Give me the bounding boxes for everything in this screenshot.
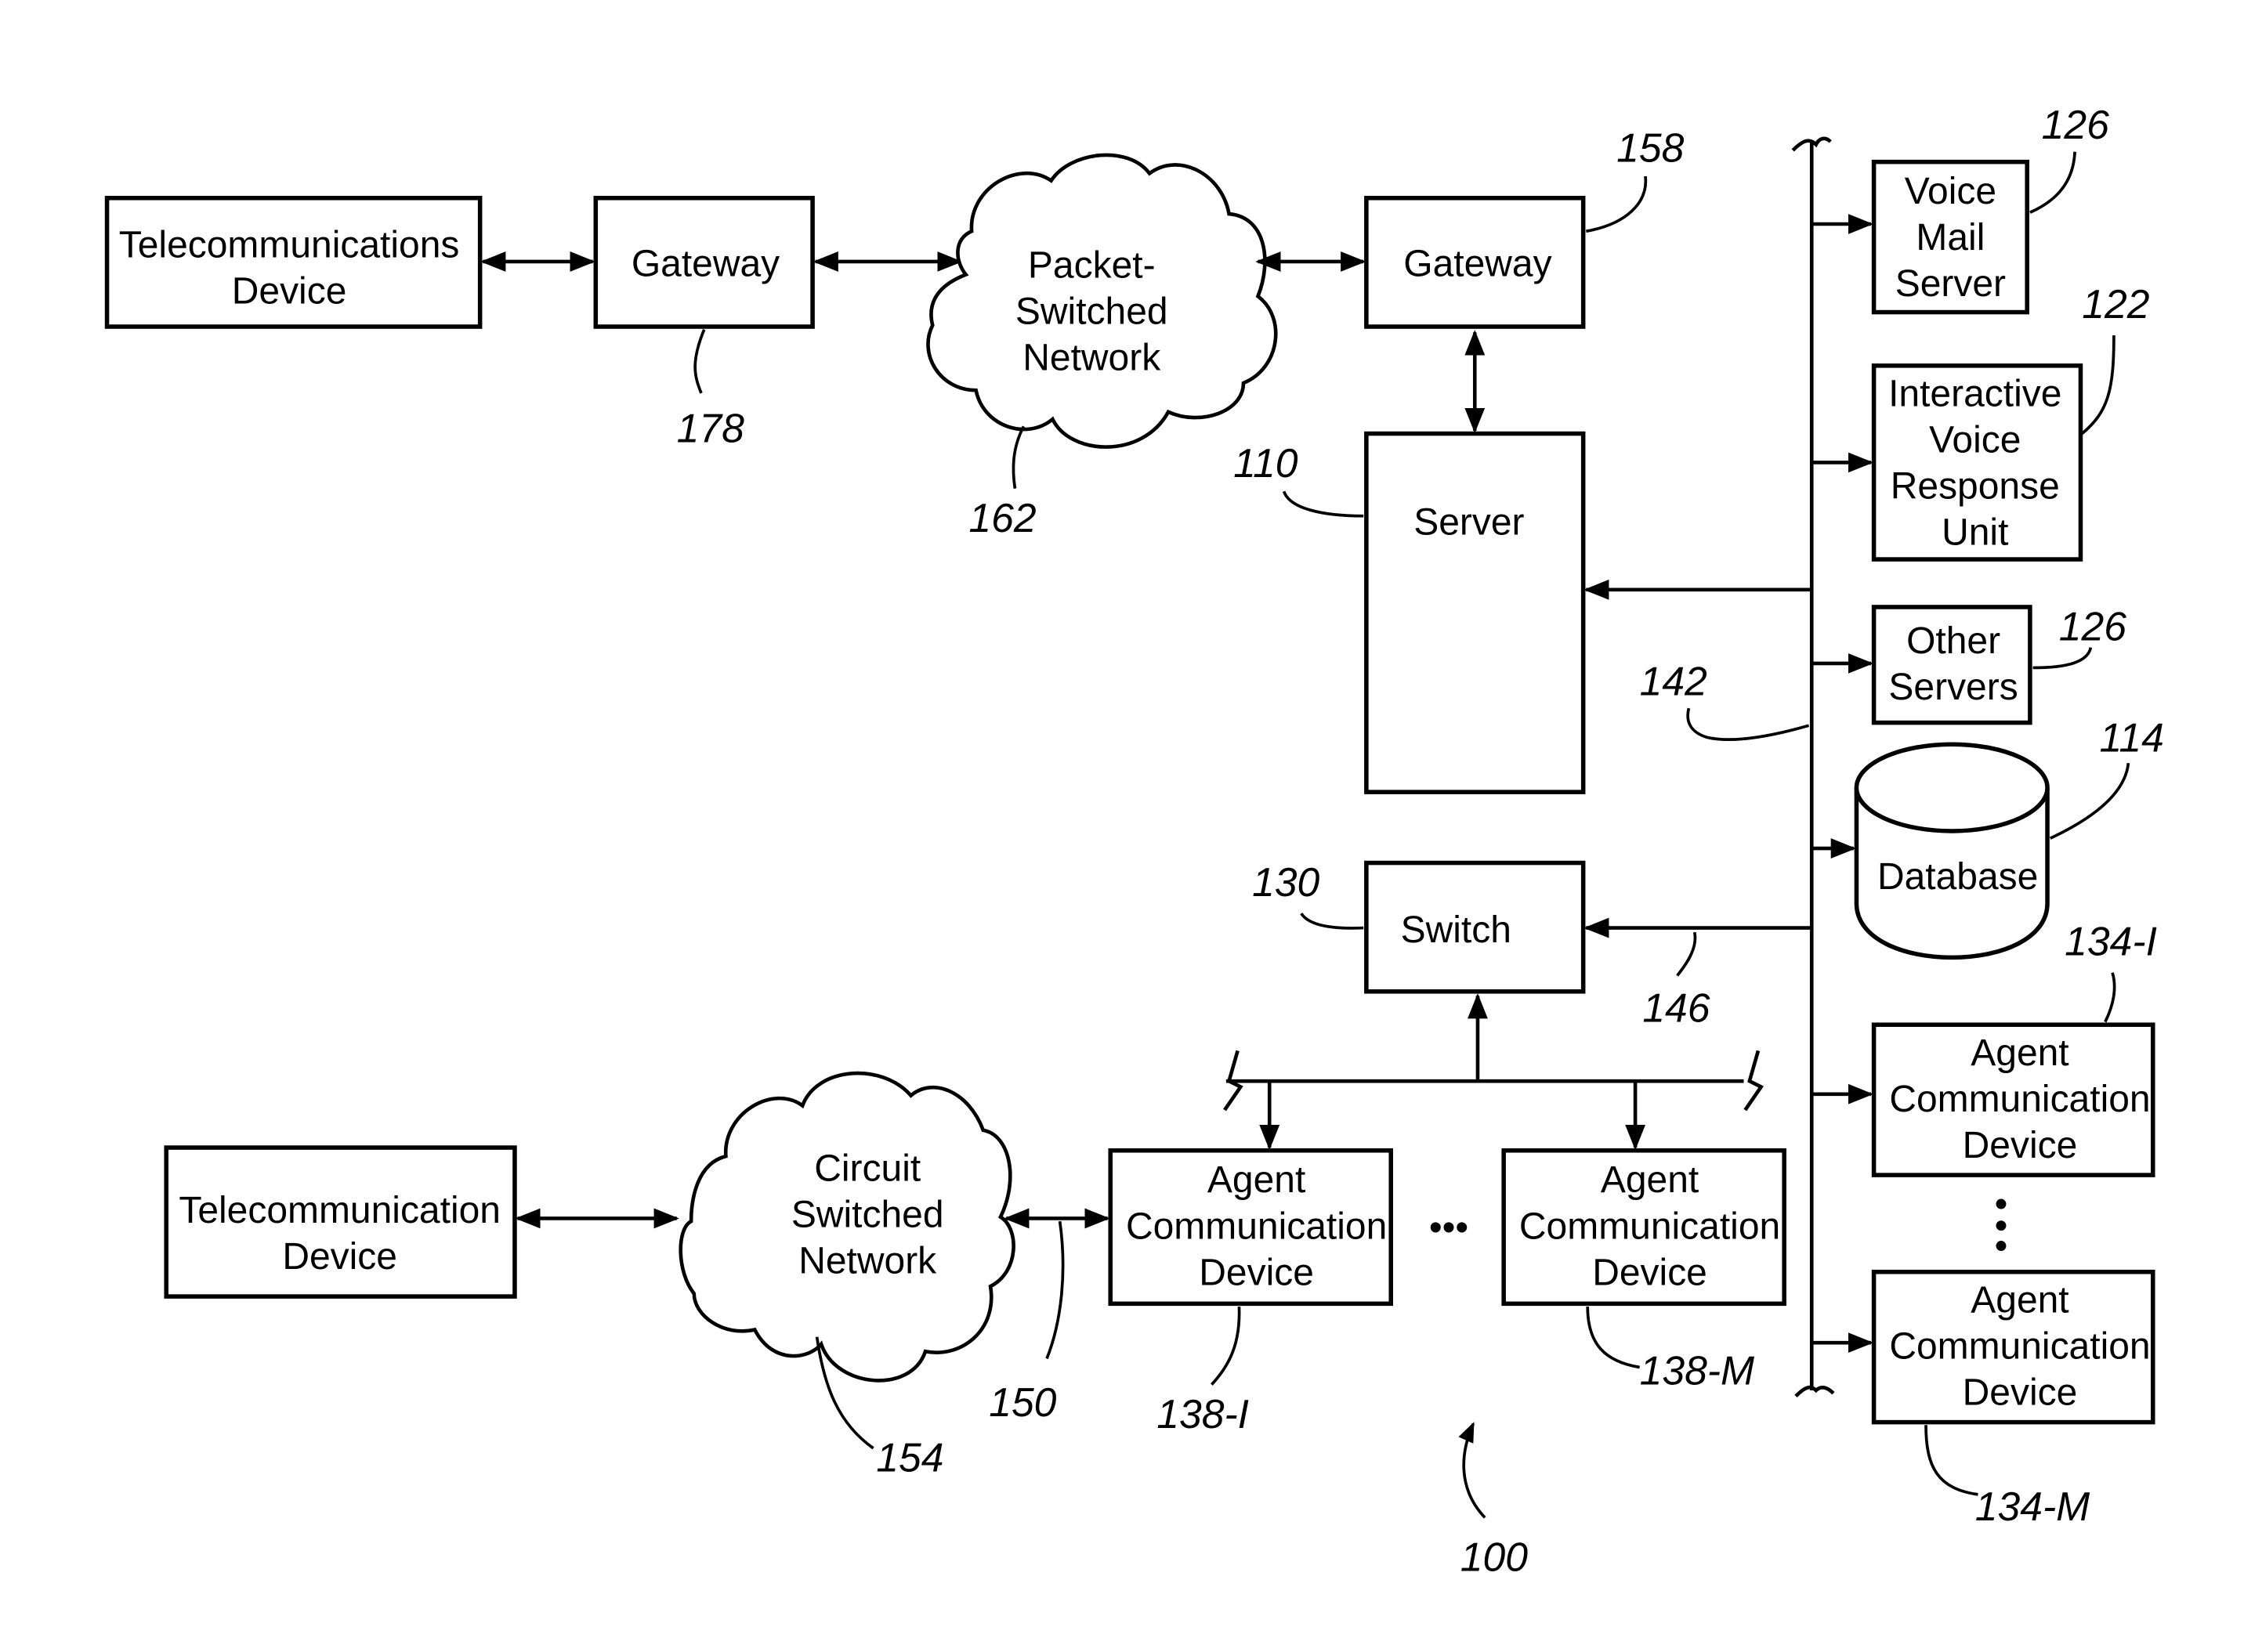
reference-number: 134-I xyxy=(2065,919,2157,964)
interactive-voice-response-unit: Interactive Voice Response Unit 122 xyxy=(1871,281,2150,562)
circuit-switched-network-cloud: Circuit Switched Network 154 xyxy=(679,1071,1015,1480)
leader-line xyxy=(2029,151,2076,214)
telecommunications-device-top: Telecommunications Device xyxy=(104,196,483,329)
node-label: Circuit xyxy=(814,1148,921,1189)
reference-number: 138-M xyxy=(1640,1348,1755,1394)
reference-number: 130 xyxy=(1252,859,1319,905)
reference-number: 154 xyxy=(876,1434,943,1480)
packet-switched-network-cloud: Packet- Switched Network 162 xyxy=(926,153,1278,540)
node-label: Communication xyxy=(1126,1206,1387,1247)
reference-number: 114 xyxy=(2099,714,2163,760)
telecommunication-device-bottom: Telecommunication Device xyxy=(164,1145,517,1299)
node-label: Mail xyxy=(1916,217,1985,258)
agent-communication-device-134-i: Agent Communication Device 134-I xyxy=(1871,919,2157,1177)
agent-communication-device-138-m: Agent Communication Device 138-M xyxy=(1501,1148,1786,1394)
node-label: Network xyxy=(798,1241,937,1282)
node-label: Device xyxy=(232,270,347,312)
leader-line xyxy=(1045,1220,1065,1360)
reference-number: 178 xyxy=(677,406,744,451)
node-label: Voice xyxy=(1929,420,2021,461)
node-label: Unit xyxy=(1942,512,2008,554)
node-label: Switch xyxy=(1401,909,1511,951)
reference-number: 142 xyxy=(1640,659,1707,704)
node-label: Interactive xyxy=(1888,373,2061,414)
node-label: Communication xyxy=(1519,1206,1780,1247)
server: Server 110 xyxy=(1233,431,1586,794)
vertical-ellipsis xyxy=(1996,1198,2007,1251)
node-label: Device xyxy=(282,1236,397,1278)
node-label: Device xyxy=(1199,1252,1314,1293)
leader-line xyxy=(1586,175,1648,233)
node-label: Communication xyxy=(1889,1079,2150,1120)
leader-line xyxy=(1686,707,1810,742)
leader-line xyxy=(2081,335,2116,435)
node-label: Server xyxy=(1895,263,2006,305)
horizontal-ellipsis: ••• xyxy=(1429,1207,1468,1249)
leader-line xyxy=(693,328,706,394)
agent-communication-device-138-i: Agent Communication Device 138-I xyxy=(1108,1148,1394,1437)
leader-line xyxy=(2032,647,2093,670)
reference-number: 146 xyxy=(1642,985,1710,1031)
leader-line xyxy=(1676,931,1697,977)
figure-reference: 100 xyxy=(1458,1422,1528,1580)
node-label: Packet- xyxy=(1028,244,1156,286)
leader-line xyxy=(1586,1307,1640,1369)
leader-line xyxy=(2049,763,2130,840)
reference-number: 150 xyxy=(989,1379,1056,1425)
figure-pointer-arrow xyxy=(1458,1422,1486,1519)
reference-number: 138-I xyxy=(1156,1391,1249,1437)
leader-line xyxy=(1924,1425,1978,1496)
node-label: Gateway xyxy=(632,243,780,284)
leader-line xyxy=(1300,913,1364,930)
reference-number: 100 xyxy=(1460,1535,1528,1580)
node-label: Database xyxy=(1877,856,2038,898)
reference-number: 122 xyxy=(2082,281,2149,327)
node-label: Agent xyxy=(1207,1159,1305,1201)
node-label: Agent xyxy=(1971,1032,2068,1074)
node-label: Server xyxy=(1413,502,1524,544)
gateway-right: Gateway 158 xyxy=(1364,125,1685,329)
node-label: Servers xyxy=(1888,667,2018,708)
leader-line xyxy=(1282,490,1364,518)
contact-center-diagram: Telecommunications Device Gateway 178 Pa… xyxy=(104,102,2164,1580)
node-label: Device xyxy=(1592,1252,1707,1293)
node-label: Telecommunications xyxy=(119,224,460,266)
node-label: Device xyxy=(1963,1372,2078,1413)
reference-number: 110 xyxy=(1233,440,1298,486)
node-label: Agent xyxy=(1601,1159,1699,1201)
reference-number: 158 xyxy=(1616,125,1684,171)
reference-number: 134-M xyxy=(1975,1484,2090,1529)
agent-communication-device-134-m: Agent Communication Device 134-M xyxy=(1871,1269,2155,1529)
node-label: Network xyxy=(1022,337,1161,378)
node-label: Telecommunication xyxy=(179,1190,501,1231)
reference-number: 126 xyxy=(2042,102,2109,147)
other-servers: Other Servers 126 xyxy=(1871,603,2126,725)
node-label: Response xyxy=(1891,466,2060,508)
gateway-left: Gateway 178 xyxy=(593,196,815,451)
leader-line xyxy=(2104,972,2116,1023)
node-label: Switched xyxy=(791,1195,944,1236)
node-label: Communication xyxy=(1889,1325,2150,1367)
node-label: Switched xyxy=(1015,291,1168,332)
switch-link-label: 146 xyxy=(1642,931,1710,1031)
node-label: Agent xyxy=(1971,1279,2068,1321)
leader-line xyxy=(1211,1306,1241,1386)
node-label: Voice xyxy=(1905,171,1996,212)
node-label: Device xyxy=(1963,1125,2078,1166)
switch: Switch 130 xyxy=(1252,859,1586,994)
agent-lan-segment xyxy=(1223,1050,1764,1112)
node-label: Other xyxy=(1906,620,2000,662)
voice-mail-server: Voice Mail Server 126 xyxy=(1871,102,2109,315)
leader-line xyxy=(1012,425,1026,489)
reference-number: 162 xyxy=(968,495,1036,540)
reference-number: 126 xyxy=(2059,603,2126,649)
node-label: Gateway xyxy=(1403,243,1551,284)
